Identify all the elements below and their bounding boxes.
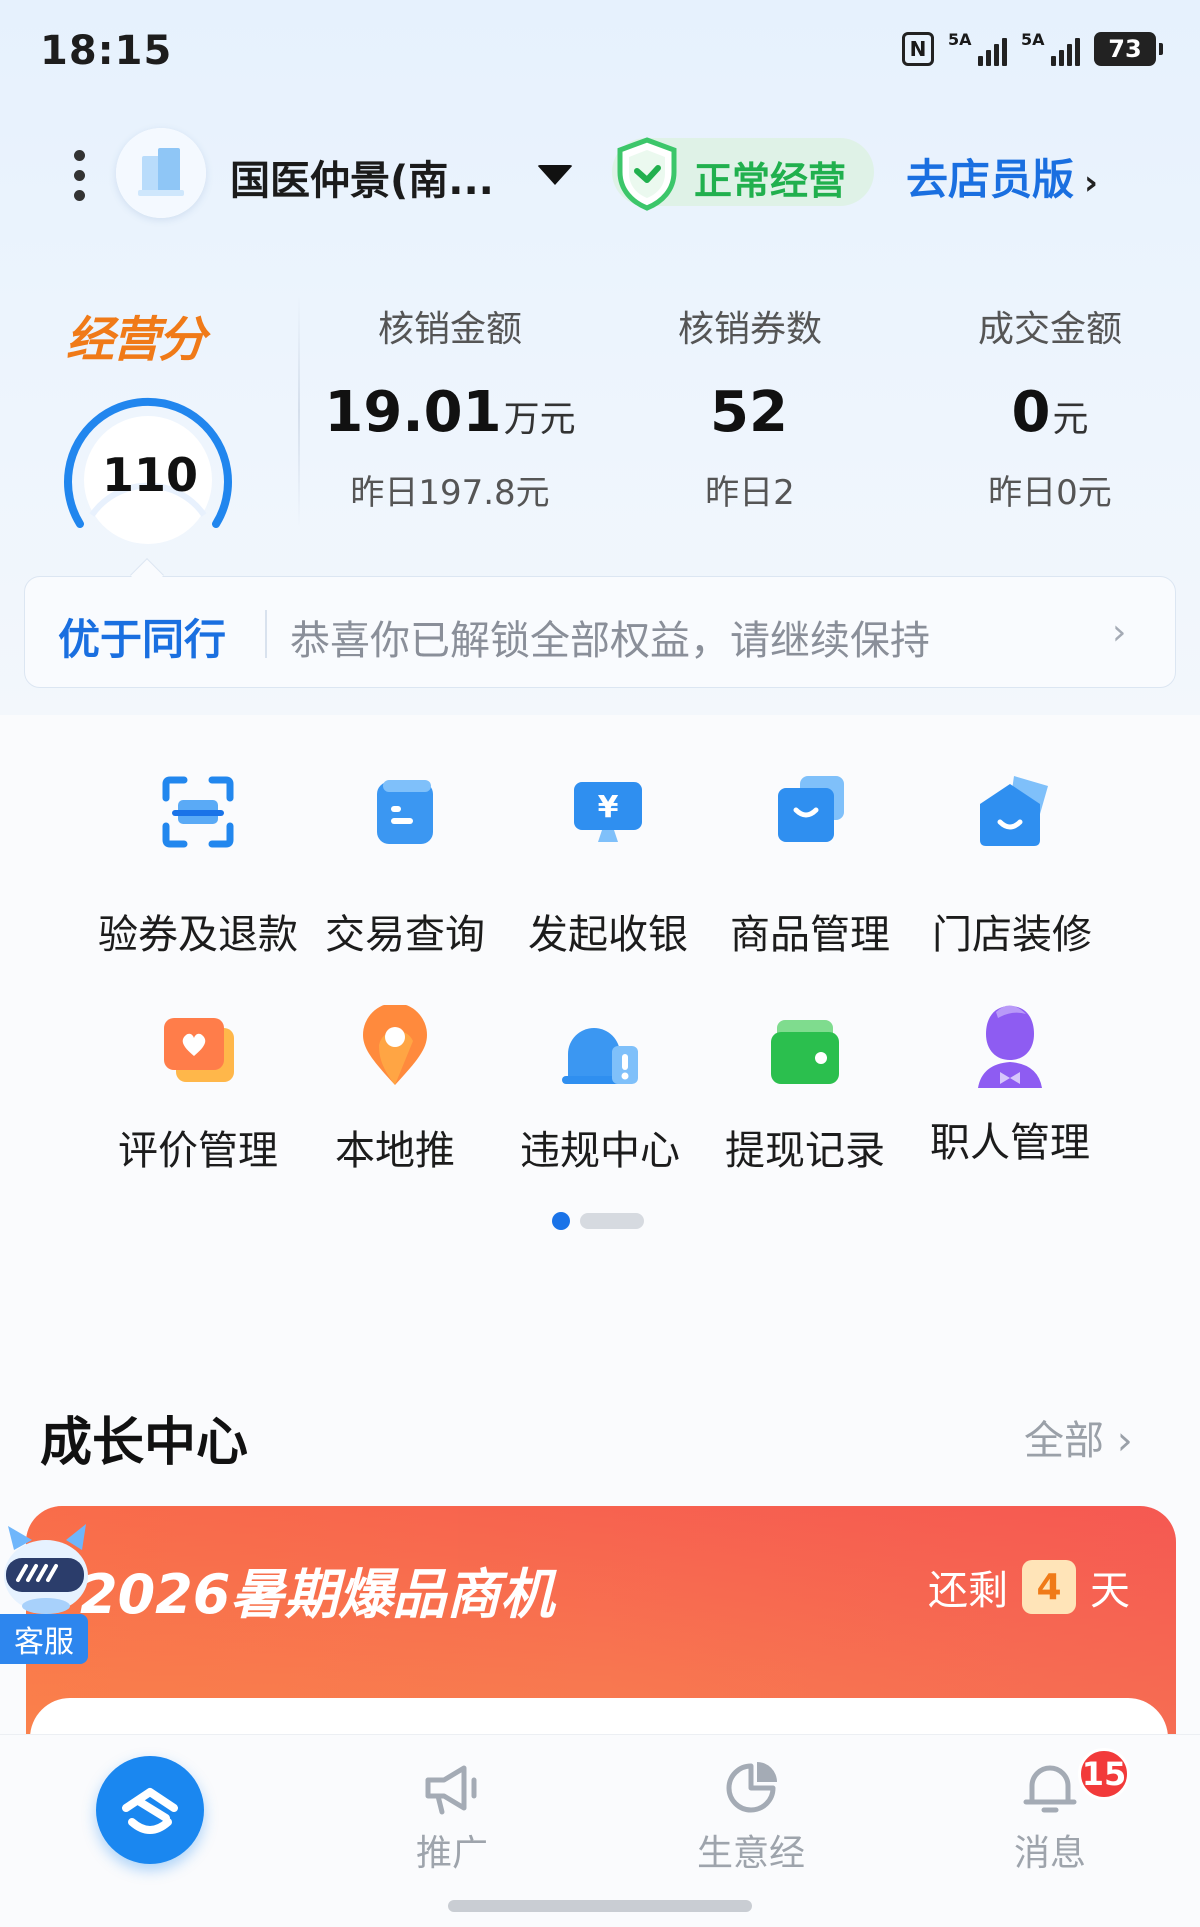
metric-value: 19.01万元	[320, 380, 580, 445]
tab-promotion[interactable]: 推广	[372, 1758, 532, 1876]
peer-label: 优于同行	[58, 615, 227, 664]
more-menu-icon[interactable]	[74, 150, 86, 201]
metric-yesterday: 昨日0元	[988, 473, 1112, 513]
metric-label: 核销券数	[677, 309, 822, 350]
home-indicator[interactable]	[448, 1900, 752, 1912]
store-name[interactable]: 国医仲景(南...	[230, 148, 494, 206]
signal-label-2: 5A	[1021, 30, 1045, 49]
signal-icon-2: 5A	[1021, 32, 1080, 66]
tab-label: 消息	[1013, 1833, 1086, 1874]
countdown-suffix: 天	[1090, 1568, 1130, 1614]
chevron-right-icon: ›	[1112, 612, 1127, 653]
clerk-version-link[interactable]: 去店员版 ›	[906, 146, 1098, 207]
business-score-title: 经营分	[66, 312, 206, 368]
robot-mascot-icon	[4, 1524, 88, 1614]
peer-message: 恭喜你已解锁全部权益，请继续保持	[290, 618, 930, 664]
metric-value: 0元	[920, 380, 1180, 445]
clerk-version-label: 去店员版	[906, 155, 1075, 204]
home-logo-icon	[122, 1788, 178, 1834]
grid-label: 违规中心	[520, 1128, 680, 1174]
status-label: 正常经营	[694, 159, 847, 203]
signal-icon: 5A	[948, 32, 1007, 66]
customer-service-label[interactable]: 客服	[0, 1614, 88, 1664]
grid-label: 发起收银	[528, 912, 688, 958]
metric-number: 52	[710, 380, 788, 445]
tab-label: 推广	[415, 1833, 488, 1874]
metric-unit: 万元	[503, 399, 576, 440]
banner-countdown: 还剩 4 天	[928, 1558, 1130, 1616]
metric-number: 19.01	[324, 380, 502, 445]
battery-icon: 73	[1094, 32, 1163, 66]
review-icon	[164, 1018, 234, 1082]
grid-label: 门店装修	[932, 912, 1092, 958]
metric-verified-count[interactable]: 核销券数 52 昨日2	[620, 300, 880, 514]
grid-label: 提现记录	[725, 1128, 885, 1174]
chevron-right-icon: ›	[1084, 163, 1099, 203]
grid-item-goods[interactable]: 商品管理	[705, 770, 915, 960]
shield-check-icon	[612, 136, 682, 212]
megaphone-icon	[425, 1765, 477, 1815]
metric-label: 核销金额	[377, 309, 522, 350]
svg-text:¥: ¥	[598, 790, 619, 825]
metric-yesterday: 昨日197.8元	[350, 473, 550, 513]
signal-label: 5A	[948, 30, 972, 49]
violation-icon	[562, 1028, 638, 1084]
grid-label: 职人管理	[930, 1120, 1090, 1166]
tab-home[interactable]	[96, 1756, 204, 1864]
pager-dot[interactable]	[580, 1213, 644, 1229]
status-time: 18:15	[40, 28, 173, 74]
metric-verified-amount[interactable]: 核销金额 19.01万元 昨日197.8元	[320, 300, 580, 514]
metric-deal-amount[interactable]: 成交金额 0元 昨日0元	[920, 300, 1180, 514]
goods-icon	[778, 776, 844, 842]
metric-number: 0	[1011, 380, 1051, 445]
grid-item-transactions[interactable]: 交易查询	[300, 770, 510, 960]
store-avatar[interactable]	[116, 128, 206, 218]
building-icon	[116, 128, 206, 218]
divider	[298, 296, 300, 526]
local-promo-icon	[363, 1003, 427, 1085]
grid-pager[interactable]	[552, 1212, 644, 1230]
countdown-prefix: 还剩	[928, 1568, 1008, 1614]
store-switch-caret-icon[interactable]	[537, 165, 573, 185]
banner-title: 2026暑期爆品商机	[80, 1563, 555, 1626]
metric-value: 52	[620, 380, 880, 445]
grid-label: 交易查询	[325, 912, 485, 958]
tab-label: 生意经	[696, 1833, 805, 1874]
grid-item-verify-refund[interactable]: 验券及退款	[93, 770, 303, 960]
grid-item-store-decor[interactable]: 门店装修	[907, 770, 1117, 960]
grid-label: 商品管理	[730, 912, 890, 958]
unread-badge: 15	[1078, 1748, 1130, 1800]
grid-item-staff[interactable]: 职人管理	[905, 1000, 1115, 1168]
metric-label: 成交金额	[977, 309, 1122, 350]
divider	[265, 610, 267, 658]
metric-unit: 元	[1052, 399, 1089, 440]
grid-item-local-promo[interactable]: 本地推	[290, 1003, 500, 1176]
business-score-value[interactable]: 110	[60, 448, 240, 502]
bell-icon	[1023, 1765, 1077, 1813]
grid-item-cashier[interactable]: ¥ 发起收银	[503, 770, 713, 960]
grid-item-reviews[interactable]: 评价管理	[93, 1010, 303, 1176]
grid-label: 验券及退款	[98, 912, 298, 958]
status-icons: N 5A 5A 73	[902, 32, 1163, 66]
pie-chart-icon	[726, 1762, 777, 1813]
pager-dot-active[interactable]	[552, 1212, 570, 1230]
staff-icon	[978, 1005, 1042, 1088]
metric-yesterday: 昨日2	[705, 473, 795, 513]
growth-center-title: 成长中心	[40, 1413, 249, 1473]
nfc-icon: N	[902, 32, 934, 66]
withdraw-icon	[771, 1020, 839, 1084]
store-decor-icon	[980, 776, 1048, 846]
cashier-icon: ¥	[574, 782, 642, 842]
grid-item-violations[interactable]: 违规中心	[495, 1010, 705, 1176]
chevron-right-icon: ›	[1116, 1418, 1133, 1464]
countdown-days: 4	[1022, 1560, 1076, 1614]
scan-coupon-icon	[162, 776, 234, 848]
view-all-link[interactable]: 全部 ›	[1024, 1408, 1133, 1466]
transaction-icon	[377, 780, 433, 844]
grid-label: 本地推	[335, 1128, 455, 1174]
grid-item-withdrawals[interactable]: 提现记录	[700, 1010, 910, 1176]
grid-label: 评价管理	[118, 1128, 278, 1174]
view-all-label: 全部	[1024, 1418, 1104, 1464]
tab-business[interactable]: 生意经	[671, 1758, 831, 1876]
